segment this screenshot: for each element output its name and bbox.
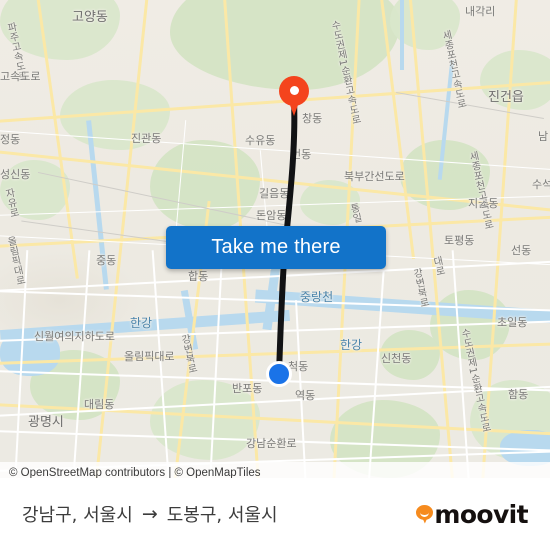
map-label: 반포동 [232, 382, 263, 395]
map-label: 고양동 [72, 10, 108, 25]
route-origin-label: 강남구, 서울시 [22, 505, 133, 526]
map-attribution: © OpenStreetMap contributors | © OpenMap… [0, 462, 550, 478]
map-label: 길음동 [259, 187, 290, 200]
map-label: 올림픽대로 [124, 350, 175, 363]
map-label: 광명시 [28, 415, 64, 430]
take-me-there-button[interactable]: Take me there [166, 226, 386, 269]
map-label: 진관동 [131, 132, 162, 145]
map-label: 대림동 [84, 398, 115, 411]
map-label: 중랑천 [300, 290, 334, 304]
moovit-map-screenshot: 고양동 파주고속도로 수도권제1순환고속도로 내각리 진건읍 세종포천고속도로 고속도로 진관… [0, 0, 550, 550]
map-label: 강남순환로 [246, 437, 297, 450]
map-label: 중동 [96, 254, 117, 267]
map-label: 고속도로 [0, 70, 41, 83]
map-label: 역동 [295, 389, 316, 402]
map-label: 북부간선도로 [344, 170, 405, 183]
map-label: 번동 [291, 148, 312, 161]
map-label: 함동 [508, 388, 529, 401]
arrow-right-icon: → [141, 503, 158, 525]
moovit-wordmark: moovit [434, 499, 528, 529]
map-label: 토평동 [444, 234, 475, 247]
route-destination-label: 도봉구, 서울시 [166, 505, 278, 526]
map-label: 한강 [130, 316, 153, 330]
destination-pin-icon[interactable] [279, 76, 309, 118]
map-label: 수석 [532, 178, 550, 191]
route-summary: 강남구, 서울시 → 도봉구, 서울시 [0, 501, 278, 527]
map-canvas[interactable]: 고양동 파주고속도로 수도권제1순환고속도로 내각리 진건읍 세종포천고속도로 고속도로 진관… [0, 0, 550, 478]
footer-bar: 강남구, 서울시 → 도봉구, 서울시 moovit [0, 478, 550, 550]
moovit-logo[interactable]: moovit [416, 500, 550, 529]
moovit-pin-icon [416, 504, 434, 524]
map-label: 진건읍 [488, 90, 524, 105]
origin-dot-icon[interactable] [266, 361, 292, 387]
map-label: 내각리 [465, 5, 496, 18]
map-label: 신월여의지하도로 [34, 330, 115, 343]
map-label: 합동 [188, 270, 209, 283]
map-label: 성신동 [0, 168, 31, 181]
map-label: 선동 [511, 244, 532, 257]
attribution-text[interactable]: © OpenStreetMap contributors | © OpenMap… [0, 467, 261, 478]
map-label: 한강 [340, 338, 363, 352]
map-label: 돈암동 [256, 209, 287, 222]
pin-center-dot [289, 85, 299, 95]
map-label: 신천동 [381, 352, 412, 365]
map-label: 정동 [0, 133, 21, 146]
map-label: 초일동 [497, 316, 528, 329]
map-label: 남 [538, 130, 549, 143]
map-label: 수유동 [245, 134, 276, 147]
map-stream [400, 0, 404, 70]
